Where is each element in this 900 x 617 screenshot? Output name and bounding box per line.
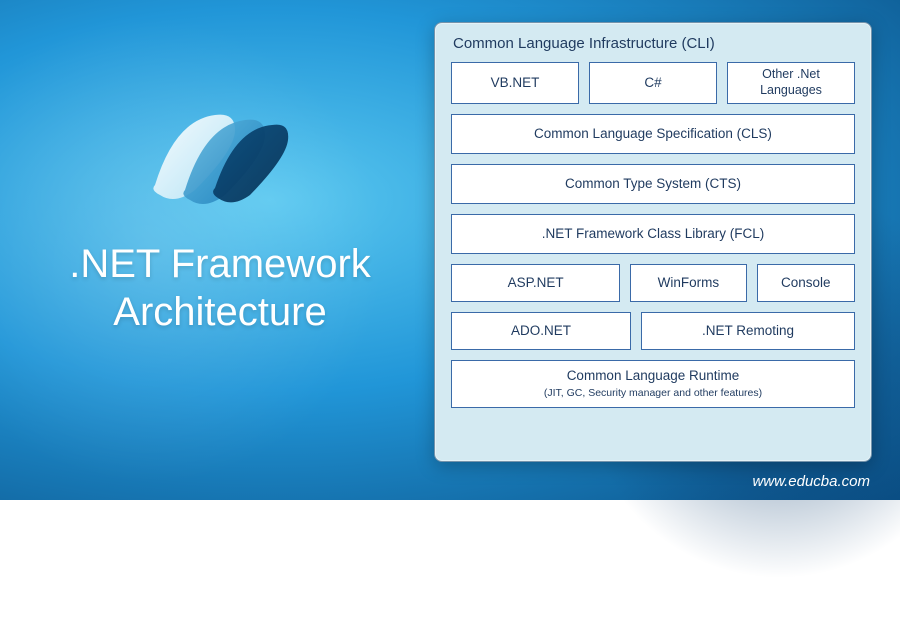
box-csharp: C# [589,62,717,104]
languages-row: VB.NET C# Other .Net Languages [451,62,855,104]
box-adonet: ADO.NET [451,312,631,350]
ui-layer-row: ASP.NET WinForms Console [451,264,855,302]
dotnet-logo-icon [140,100,300,210]
box-cts: Common Type System (CTS) [451,164,855,204]
box-vbnet: VB.NET [451,62,579,104]
title-line-1: .NET Framework [69,242,371,286]
fcl-row: .NET Framework Class Library (FCL) [451,214,855,254]
box-cls: Common Language Specification (CLS) [451,114,855,154]
data-layer-row: ADO.NET .NET Remoting [451,312,855,350]
clr-subtitle: (JIT, GC, Security manager and other fea… [544,387,762,400]
clr-row: Common Language Runtime (JIT, GC, Securi… [451,360,855,408]
cts-row: Common Type System (CTS) [451,164,855,204]
clr-title: Common Language Runtime [567,368,740,385]
cli-container-title: Common Language Infrastructure (CLI) [451,35,855,52]
left-panel: .NET Framework Architecture [40,100,400,336]
box-console: Console [757,264,856,302]
box-other-languages: Other .Net Languages [727,62,855,104]
title-line-2: Architecture [113,290,326,334]
box-clr: Common Language Runtime (JIT, GC, Securi… [451,360,855,408]
box-remoting: .NET Remoting [641,312,855,350]
box-fcl: .NET Framework Class Library (FCL) [451,214,855,254]
box-aspnet: ASP.NET [451,264,620,302]
page-title: .NET Framework Architecture [40,240,400,336]
watermark-url: www.educba.com [752,473,870,490]
box-winforms: WinForms [630,264,746,302]
architecture-diagram: Common Language Infrastructure (CLI) VB.… [434,22,872,462]
cls-row: Common Language Specification (CLS) [451,114,855,154]
